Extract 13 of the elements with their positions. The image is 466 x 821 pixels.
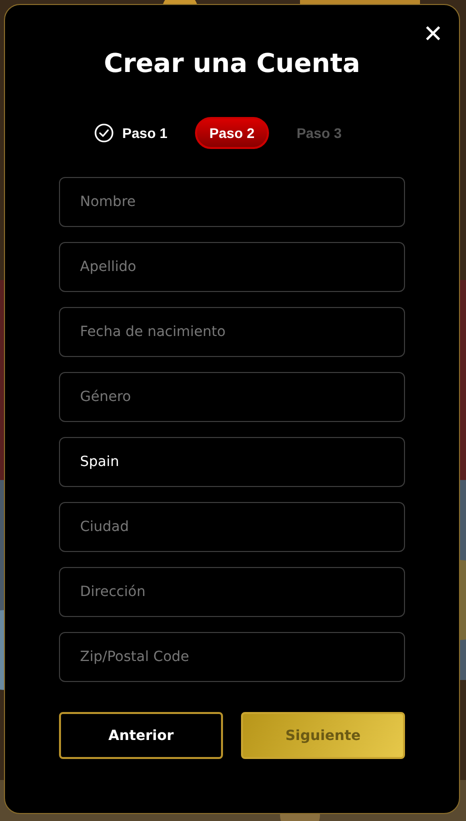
back-button[interactable]: Anterior	[59, 712, 223, 759]
input-field[interactable]: Zip/Postal Code	[59, 632, 405, 682]
input-field[interactable]: Spain	[59, 437, 405, 487]
close-button[interactable]: ✕	[423, 23, 443, 47]
dialog-title: Crear una Cuenta	[104, 49, 360, 79]
input-field[interactable]: Apellido	[59, 242, 405, 292]
step-tab[interactable]: Paso 1	[120, 117, 182, 149]
step-tab[interactable]: Paso 2	[195, 117, 269, 149]
input-field[interactable]: Fecha de nacimiento	[59, 307, 405, 357]
input-field[interactable]: Género	[59, 372, 405, 422]
input-field[interactable]: Ciudad	[59, 502, 405, 552]
input-field[interactable]: Nombre	[59, 177, 405, 227]
input-field[interactable]: Dirección	[59, 567, 405, 617]
